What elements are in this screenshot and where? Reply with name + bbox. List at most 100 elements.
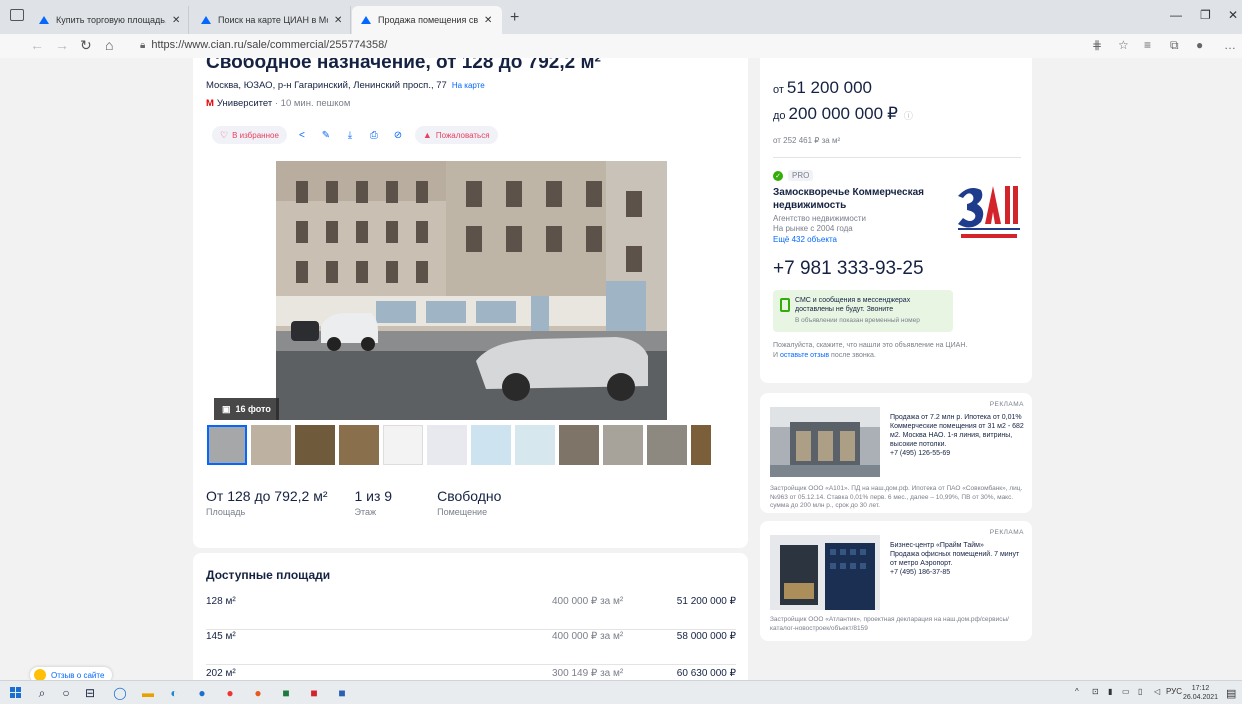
task-view-icon[interactable]: ⊟ — [82, 685, 98, 701]
ad-block[interactable]: РЕКЛАМА Бизнес-центр «Прайм Тайм» Продаж… — [760, 521, 1032, 641]
ad-image[interactable] — [770, 407, 880, 477]
info-icon[interactable]: ⓘ — [904, 111, 913, 121]
main-photo[interactable] — [276, 161, 667, 420]
ad-title: Бизнес-центр «Прайм Тайм» — [890, 542, 984, 549]
new-tab-button[interactable]: + — [510, 9, 519, 27]
print-icon[interactable]: ⎙ — [365, 126, 383, 144]
reload-icon[interactable]: ↻ — [80, 37, 92, 54]
thumbnail[interactable] — [339, 425, 379, 465]
home-icon[interactable]: ⌂ — [105, 37, 113, 53]
thumbnail[interactable] — [515, 425, 555, 465]
tab-actions-icon[interactable] — [10, 9, 24, 21]
chrome-icon[interactable]: ● — [250, 685, 266, 701]
fact-label: Площадь — [206, 507, 246, 517]
ad-block[interactable]: РЕКЛАМА Продажа от 7.2 млн р. Ипотека от… — [760, 393, 1032, 513]
table-row[interactable]: 128 м² 400 000 ₽ за м² 51 200 000 ₽ — [206, 596, 736, 630]
pro-label: PRO — [788, 170, 814, 181]
search-icon[interactable]: ⌕ — [34, 685, 50, 701]
fact-value: Свободно — [437, 488, 502, 504]
word-icon[interactable]: ■ — [334, 685, 350, 701]
pdf-icon[interactable]: ■ — [306, 685, 322, 701]
verified-check-icon: ✓ — [773, 170, 783, 181]
favorite-button[interactable]: ♡ В избранное — [212, 126, 287, 144]
edge-icon[interactable]: ◐ — [166, 685, 182, 701]
network-icon[interactable]: ▭ — [1122, 687, 1130, 696]
thumbnail[interactable] — [427, 425, 467, 465]
reader-icon[interactable]: ⋕ — [1092, 38, 1102, 52]
maximize-icon[interactable]: ❐ — [1200, 8, 1211, 22]
file-explorer-icon[interactable]: ▬ — [140, 685, 156, 701]
excel-icon[interactable]: ■ — [278, 685, 294, 701]
tab-map-search[interactable]: Поиск на карте ЦИАН в Моск ✕ — [192, 6, 352, 34]
favorite-star-icon[interactable]: ☆ — [1118, 38, 1129, 52]
yandex-icon[interactable]: ● — [222, 685, 238, 701]
thumbnail[interactable] — [383, 425, 423, 465]
url-field[interactable]: 🔒︎ https://www.cian.ru/sale/commercial/25… — [140, 39, 387, 51]
cortana-icon[interactable]: ○ — [58, 685, 74, 701]
tray-app-icon[interactable]: ⊡ — [1092, 687, 1099, 696]
ad-phone: +7 (495) 126-55-69 — [890, 450, 951, 457]
hide-icon[interactable]: ⊘ — [389, 126, 407, 144]
close-window-icon[interactable]: ✕ — [1228, 8, 1238, 22]
phone-number[interactable]: +7 981 333-93-25 — [773, 258, 924, 280]
browser-tab-strip: Купить торговую площадь, пом ✕ Поиск на … — [0, 0, 1242, 34]
tab-title: Купить торговую площадь, пом — [56, 15, 166, 25]
edit-icon[interactable]: ✎ — [317, 126, 335, 144]
clock-time: 17:12 — [1191, 685, 1210, 692]
map-link[interactable]: На карте — [452, 81, 485, 90]
thumbnail[interactable] — [691, 425, 711, 465]
clock[interactable]: 17:12 26.04.2021 — [1183, 684, 1218, 702]
metro-station[interactable]: Университет — [217, 98, 272, 109]
feedback-link[interactable]: оставьте отзыв — [780, 352, 829, 359]
fact-value: 1 из 9 — [354, 488, 393, 504]
menu-icon[interactable]: … — [1224, 38, 1236, 52]
total-price-cell: 51 200 000 ₽ — [676, 596, 736, 607]
battery-icon[interactable]: ▯ — [1138, 687, 1142, 696]
minimize-icon[interactable]: — — [1170, 8, 1182, 22]
windows-start-icon[interactable] — [8, 685, 24, 701]
close-tab-icon[interactable]: ✕ — [172, 15, 180, 26]
download-icon[interactable]: ⤓ — [341, 126, 359, 144]
tab-commercial-search[interactable]: Купить торговую площадь, пом ✕ — [30, 6, 190, 34]
favorites-list-icon[interactable]: ≡ — [1144, 38, 1151, 52]
metro-walk-time: · 10 мин. пешком — [274, 98, 351, 109]
metro-info: M Университет · 10 мин. пешком — [206, 98, 350, 109]
table-row[interactable]: 202 м² 300 149 ₽ за м² 60 630 000 ₽ — [206, 668, 736, 680]
thumbnail[interactable] — [647, 425, 687, 465]
profile-icon[interactable]: ● — [1196, 38, 1203, 52]
thumbnail[interactable] — [471, 425, 511, 465]
ad-image[interactable] — [770, 535, 880, 610]
tab-listing[interactable]: Продажа помещения свободн ✕ — [352, 6, 502, 34]
thumbnail[interactable] — [295, 425, 335, 465]
agency-logo[interactable] — [955, 176, 1025, 248]
price-per-meter: от 252 461 ₽ за м² — [773, 136, 841, 145]
notifications-icon[interactable]: ▤ — [1226, 687, 1236, 700]
share-icon[interactable]: < — [293, 126, 311, 144]
input-language[interactable]: РУС — [1166, 687, 1182, 696]
forward-icon[interactable]: → — [55, 37, 69, 53]
price-to: до 200 000 000 ₽ ⓘ — [773, 104, 913, 124]
site-feedback-label: Отзыв о сайте — [51, 670, 105, 680]
tray-app-icon[interactable]: ▮ — [1108, 687, 1112, 696]
collections-icon[interactable]: ⧉ — [1170, 38, 1179, 53]
complain-button[interactable]: ▲ Пожаловаться — [414, 126, 498, 144]
volume-icon[interactable]: ◁ — [1154, 687, 1160, 696]
back-icon[interactable]: ← — [30, 37, 44, 53]
taskbar: ⌕ ○ ⊟ ◯ ▬ ◐ ● ● ● ■ ■ ■ ^ ⊡ ▮ ▭ ▯ ◁ РУС … — [0, 680, 1242, 704]
thumbnail[interactable] — [559, 425, 599, 465]
listing-address: Москва, ЮЗАО, р-н Гагаринский, Ленинский… — [206, 80, 485, 91]
close-tab-icon[interactable]: ✕ — [334, 15, 342, 26]
thumbnail[interactable] — [207, 425, 247, 465]
tray-up-arrow-icon[interactable]: ^ — [1075, 687, 1079, 696]
thumbnail[interactable] — [603, 425, 643, 465]
thumbnail[interactable] — [251, 425, 291, 465]
agency-more-link[interactable]: Ещё 432 объекта — [773, 235, 837, 244]
browser-icon[interactable]: ● — [194, 685, 210, 701]
agency-name[interactable]: Замоскворечье Коммерческая недвижимость — [773, 186, 943, 212]
close-tab-icon[interactable]: ✕ — [484, 15, 492, 26]
table-row[interactable]: 145 м² 400 000 ₽ за м² 58 000 000 ₽ — [206, 631, 736, 665]
price-from-prefix: от — [773, 84, 784, 96]
opera-icon[interactable]: ◯ — [112, 685, 128, 701]
photo-count-badge[interactable]: ▣ 16 фото — [214, 398, 279, 420]
cian-logo-icon — [360, 15, 372, 25]
